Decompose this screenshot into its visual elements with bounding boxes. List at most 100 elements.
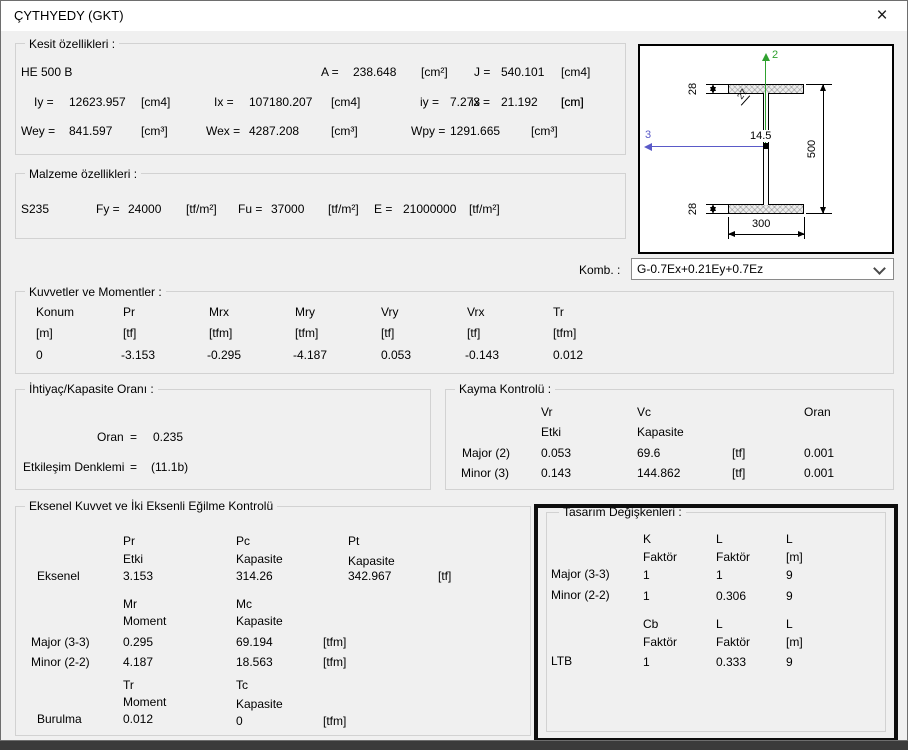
forces-value: -0.143: [465, 348, 500, 362]
forces-unit: [tf]: [381, 326, 395, 340]
depth-dim-label: 500: [806, 139, 819, 159]
forces-unit: [tfm]: [295, 326, 319, 340]
interaction-eq-value: (11.1b): [151, 460, 189, 474]
forces-header: Mry: [295, 305, 315, 319]
width-dim-line: [728, 234, 804, 235]
shear-row-name: Major (2): [462, 446, 511, 460]
forces-value: 0: [36, 348, 43, 362]
axial-header-pc: Pc: [236, 534, 251, 548]
dialog-title: ÇYTHYEDY (GKT): [14, 8, 124, 23]
shear-row-vr: 0.143: [541, 466, 572, 480]
forces-moments-legend: Kuvvetler ve Momentler :: [25, 285, 166, 299]
close-button[interactable]: ×: [869, 3, 895, 29]
moment-row-unit: [tfm]: [323, 635, 347, 649]
forces-header: Pr: [123, 305, 135, 319]
design-header-l1: L: [716, 532, 723, 546]
design-header-k: K: [643, 532, 652, 546]
tf-bottom-arrow-down-icon: [710, 207, 716, 214]
bottom-flange: [728, 204, 804, 214]
chevron-down-icon: [873, 262, 886, 275]
title-bar: ÇYTHYEDY (GKT) ×: [1, 1, 907, 31]
close-icon: ×: [876, 5, 888, 26]
shear-check-legend: Kayma Kontrolü :: [455, 382, 556, 396]
design-subheader-faktor4: Faktör: [716, 635, 751, 649]
design-subheader-faktor3: Faktör: [643, 635, 678, 649]
width-dim-arrow-left-icon: [728, 231, 735, 237]
shear-header-vc: Vc: [637, 405, 652, 419]
depth-dim-line: [823, 84, 824, 214]
section-properties-legend: Kesit özellikleri :: [25, 37, 120, 51]
shear-header-vr: Vr: [541, 405, 553, 419]
shear-row-unit: [tf]: [732, 446, 746, 460]
iy-radius-label: iy =: [420, 95, 440, 109]
forces-header: Mrx: [209, 305, 229, 319]
combination-select[interactable]: G-0.7Ex+0.21Ey+0.7Ez: [631, 258, 894, 280]
web: [763, 93, 769, 205]
design-row-v3: 9: [786, 568, 793, 582]
design-subheader-faktor2: Faktör: [716, 550, 751, 564]
tf-bottom-label: 28: [687, 202, 700, 216]
wey-label: Wey =: [21, 124, 56, 138]
ratio-label: Oran: [97, 430, 124, 444]
width-dim-arrow-right-icon: [798, 231, 805, 237]
fy-unit: [tf/m²]: [186, 202, 217, 216]
design-row-name: Major (3-3): [551, 567, 610, 581]
torsion-row-name: Burulma: [37, 712, 82, 726]
torsion-header-tc: Tc: [236, 678, 248, 692]
area-unit: [cm²]: [421, 65, 448, 79]
moment-row-v1: 0.295: [123, 635, 154, 649]
design-row-name: Minor (2-2): [551, 588, 610, 602]
moment-header-mr: Mr: [123, 597, 137, 611]
shear-row-unit: [tf]: [732, 466, 746, 480]
area-value: 238.648: [353, 65, 397, 79]
iy-major-value: 12623.957: [69, 95, 126, 109]
axial-bending-legend: Eksenel Kuvvet ve İki Eksenli Eğilme Kon…: [25, 499, 278, 513]
design-row-v2: 1: [716, 568, 723, 582]
forces-value: -3.153: [121, 348, 156, 362]
interaction-eq-equals: =: [130, 460, 138, 474]
fy-value: 24000: [128, 202, 162, 216]
e-label: E =: [374, 202, 393, 216]
fu-value: 37000: [271, 202, 305, 216]
ratio-equals: =: [130, 430, 138, 444]
design-variables-legend: Tasarım Değişkenleri :: [559, 505, 686, 519]
axial-row-v3: 342.967: [348, 569, 392, 583]
depth-dim-tick-bottom: [806, 213, 832, 214]
axial-row-unit: [tf]: [438, 569, 452, 583]
axis-3-label: 3: [645, 129, 652, 141]
ratio-value: 0.235: [153, 430, 184, 444]
axial-row-v1: 3.153: [123, 569, 154, 583]
axis-2-label: 2: [772, 49, 779, 61]
axial-row-v2: 314.26: [236, 569, 273, 583]
torsion-row-v2: 0: [236, 714, 243, 728]
fy-label: Fy =: [96, 202, 120, 216]
j-value: 540.101: [501, 65, 545, 79]
shear-subheader-etki: Etki: [541, 425, 562, 439]
tf-top-arrow-down-icon: [710, 87, 716, 94]
fu-label: Fu =: [238, 202, 263, 216]
moment-subheader-moment: Moment: [123, 614, 167, 628]
interaction-eq-label: Etkileşim Denklemi: [23, 460, 125, 474]
forces-value: 0.012: [553, 348, 584, 362]
axial-subheader-kapasite2: Kapasite: [348, 554, 395, 568]
material-properties-legend: Malzeme özellikleri :: [25, 167, 142, 181]
forces-value: -4.187: [293, 348, 328, 362]
forces-unit: [tfm]: [553, 326, 577, 340]
moment-subheader-kapasite: Kapasite: [236, 614, 283, 628]
wpy-unit: [cm³]: [531, 124, 558, 138]
design-subheader-m: [m]: [786, 550, 803, 564]
centroid-marker: [763, 143, 769, 149]
moment-header-mc: Mc: [236, 597, 252, 611]
design-row-v1: 1: [643, 589, 650, 603]
material-grade: S235: [21, 202, 50, 216]
design-row-v2: 0.306: [716, 589, 747, 603]
wpy-value: 1291.665: [450, 124, 501, 138]
forces-unit: [tf]: [467, 326, 481, 340]
tf-top-label: 28: [687, 82, 700, 96]
shear-row-vc: 69.6: [637, 446, 661, 460]
j-unit: [cm4]: [561, 65, 591, 79]
combination-value: G-0.7Ex+0.21Ey+0.7Ez: [637, 262, 764, 276]
profile-name: HE 500 B: [21, 65, 73, 79]
axial-row-name: Eksenel: [37, 569, 80, 583]
axial-header-pr: Pr: [123, 534, 135, 548]
